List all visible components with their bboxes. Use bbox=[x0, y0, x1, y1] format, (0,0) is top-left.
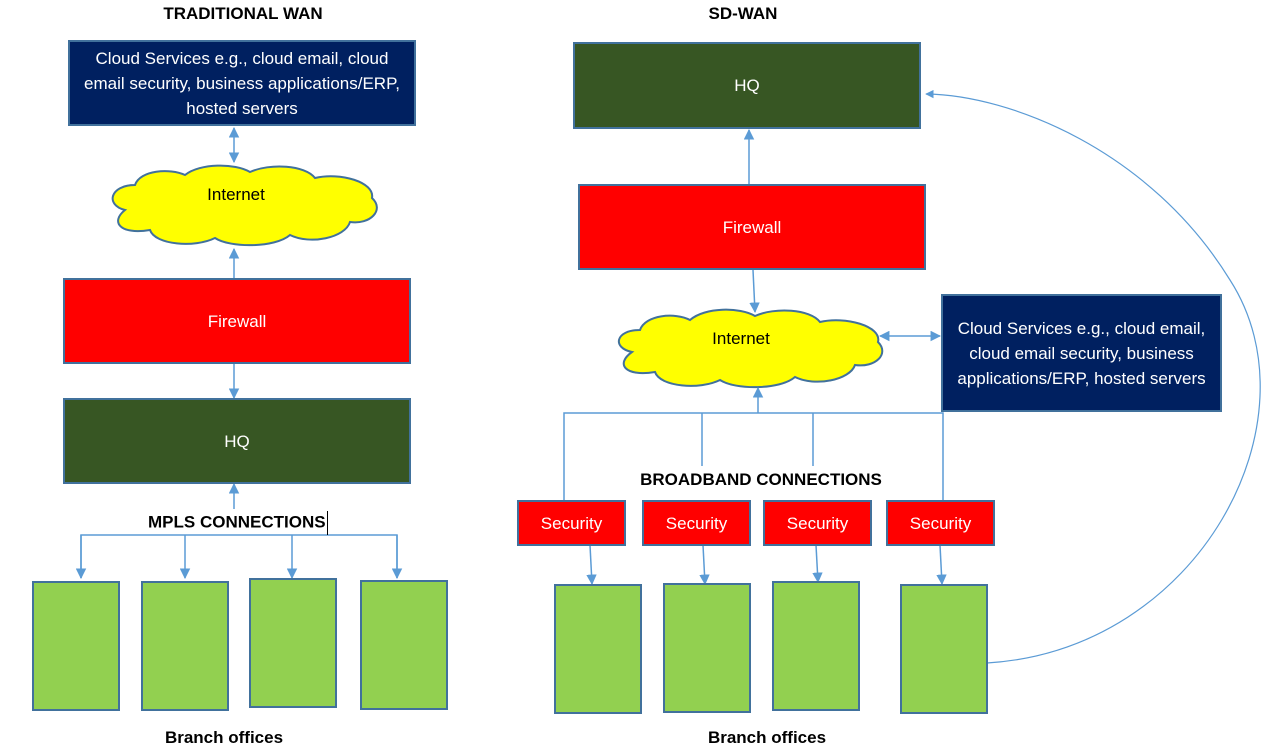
branch-office-sdwan-2 bbox=[663, 583, 751, 713]
branch-office-sdwan-1 bbox=[554, 584, 642, 714]
internet-label-traditional: Internet bbox=[207, 185, 265, 204]
branch-office-traditional-4 bbox=[360, 580, 448, 710]
mpls-bus bbox=[80, 534, 398, 578]
security-branch-link-3 bbox=[812, 544, 823, 584]
cloud-services-label-sdwan: Cloud Services e.g., cloud email, cloud … bbox=[957, 318, 1206, 388]
broadband-connections-label: BROADBAND CONNECTIONS bbox=[640, 470, 882, 489]
firewall-label-sdwan: Firewall bbox=[722, 217, 782, 237]
cloud-services-box-sdwan: Cloud Services e.g., cloud email, cloud … bbox=[941, 294, 1222, 412]
security-box-1: Security bbox=[517, 500, 626, 546]
cloud-services-box-traditional: Cloud Services e.g., cloud email, cloud … bbox=[68, 40, 416, 126]
internet-cloud-traditional bbox=[111, 164, 378, 247]
hq-box-sdwan: HQ bbox=[573, 42, 921, 129]
traditional-wan-title: TRADITIONAL WAN bbox=[163, 4, 323, 23]
hq-box-traditional: HQ bbox=[63, 398, 411, 484]
security-label: Security bbox=[909, 513, 972, 533]
branch-office-traditional-2 bbox=[141, 581, 229, 711]
cloud-services-label: Cloud Services e.g., cloud email, cloud … bbox=[84, 48, 400, 118]
branch-office-traditional-3 bbox=[249, 578, 337, 708]
hq-label-sdwan: HQ bbox=[734, 76, 760, 95]
mpls-connections-label: MPLS CONNECTIONS bbox=[148, 511, 348, 535]
security-box-4: Security bbox=[886, 500, 995, 546]
security-label: Security bbox=[786, 513, 849, 533]
security-branch-link-4 bbox=[936, 544, 947, 586]
internet-label-sdwan: Internet bbox=[712, 329, 770, 348]
security-label: Security bbox=[665, 513, 728, 533]
security-box-2: Security bbox=[642, 500, 751, 546]
sdwan-title: SD-WAN bbox=[708, 4, 778, 23]
firewall-box-traditional: Firewall bbox=[63, 278, 411, 364]
security-branch-link-2 bbox=[699, 544, 710, 586]
branch-offices-label-traditional: Branch offices bbox=[164, 728, 284, 747]
firewall-box-sdwan: Firewall bbox=[578, 184, 926, 270]
branch-office-sdwan-3 bbox=[772, 581, 860, 711]
branch-offices-label-sdwan: Branch offices bbox=[707, 728, 827, 747]
security-label: Security bbox=[540, 513, 603, 533]
link-firewall-internet-sdwan bbox=[749, 269, 760, 314]
security-box-3: Security bbox=[763, 500, 872, 546]
branch-office-sdwan-4 bbox=[900, 584, 988, 714]
text-cursor bbox=[326, 511, 328, 535]
hq-label: HQ bbox=[224, 431, 250, 451]
security-branch-link-1 bbox=[586, 544, 597, 586]
branch-office-traditional-1 bbox=[32, 581, 120, 711]
firewall-label: Firewall bbox=[207, 311, 267, 331]
